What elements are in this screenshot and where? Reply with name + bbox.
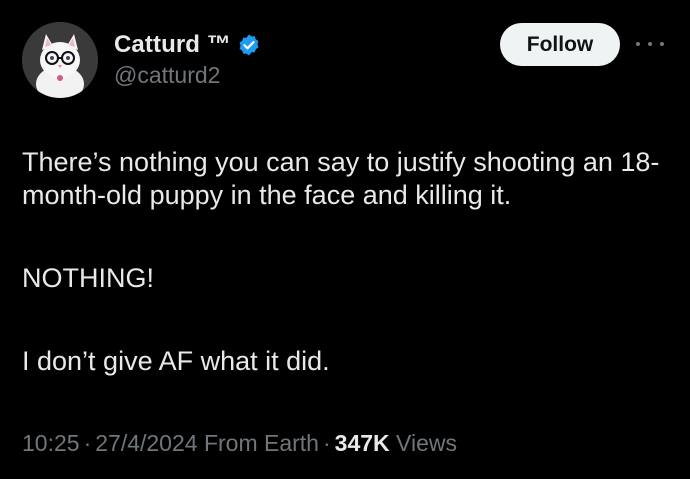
follow-button[interactable]: Follow xyxy=(500,23,620,66)
separator: · xyxy=(322,430,331,456)
dot-icon xyxy=(636,42,640,46)
tweet-time[interactable]: 10:25 xyxy=(22,430,80,456)
tweet-source: From Earth xyxy=(203,430,319,456)
dot-icon xyxy=(660,42,664,46)
tweet-paragraph: I don’t give AF what it did. xyxy=(22,346,330,376)
views-label[interactable]: Views xyxy=(396,430,457,456)
tweet-meta: 10:25 · 27/4/2024 From Earth · 347K Views xyxy=(22,430,457,457)
views-count[interactable]: 347K xyxy=(335,430,390,456)
tweet-paragraph: There’s nothing you can say to justify s… xyxy=(22,147,660,210)
avatar[interactable] xyxy=(22,22,98,98)
ellipsis-horizontal-icon[interactable] xyxy=(636,36,664,52)
separator: · xyxy=(83,430,92,456)
tweet-paragraph: NOTHING! xyxy=(22,263,154,293)
dot-icon xyxy=(648,42,652,46)
verified-badge-icon[interactable] xyxy=(237,33,261,57)
author-handle[interactable]: @catturd2 xyxy=(114,62,220,89)
tweet-card: Catturd ™ @catturd2 Follow There’s nothi… xyxy=(0,0,690,479)
tweet-date[interactable]: 27/4/2024 xyxy=(95,430,197,456)
display-name[interactable]: Catturd ™ xyxy=(114,31,231,59)
author-name-row[interactable]: Catturd ™ xyxy=(114,29,261,61)
cat-avatar-icon xyxy=(22,22,98,98)
